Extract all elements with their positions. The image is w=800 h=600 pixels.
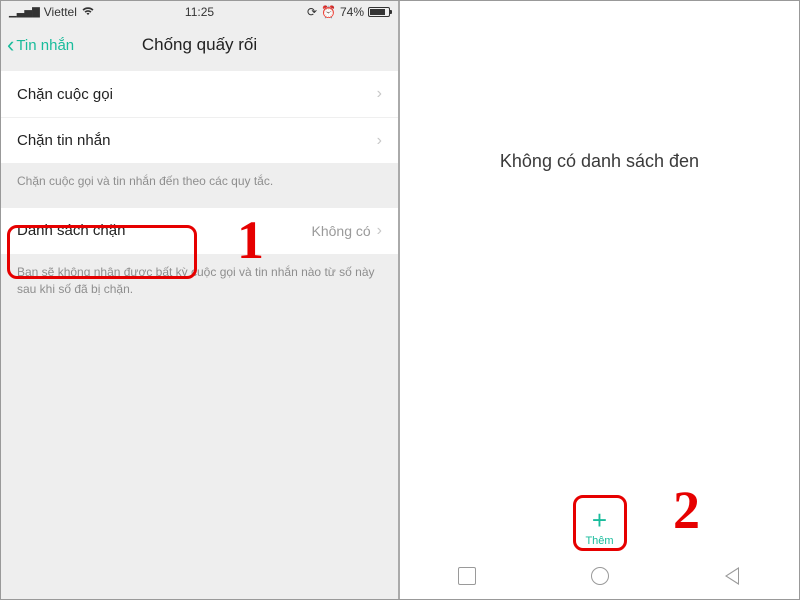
row-blocklist[interactable]: Danh sách chặn Không có › xyxy=(1,208,398,254)
empty-state-label: Không có danh sách đen xyxy=(400,151,799,172)
row-block-sms[interactable]: Chặn tin nhắn › xyxy=(1,117,398,163)
status-bar: ▁▃▅▇ Viettel 11:25 ⟳ ⏰ 74% xyxy=(1,1,398,23)
signal-icon: ▁▃▅▇ xyxy=(9,7,40,18)
recents-button[interactable] xyxy=(458,567,476,585)
add-label: Thêm xyxy=(585,535,613,547)
section-blocking: Chặn cuộc gọi › Chặn tin nhắn › xyxy=(1,71,398,163)
back-label: Tin nhắn xyxy=(16,37,74,54)
chevron-right-icon: › xyxy=(377,222,382,240)
navigation-bar: ‹ Tin nhắn Chống quấy rối xyxy=(1,23,398,67)
row-label: Chặn cuộc gọi xyxy=(17,86,377,103)
section-blocklist: Danh sách chặn Không có › xyxy=(1,208,398,254)
row-block-calls[interactable]: Chặn cuộc gọi › xyxy=(1,71,398,117)
chevron-left-icon: ‹ xyxy=(7,32,14,58)
chevron-right-icon: › xyxy=(377,85,382,103)
row-label: Chặn tin nhắn xyxy=(17,132,377,149)
help-text-1: Chặn cuộc gọi và tin nhắn đến theo các q… xyxy=(1,163,398,204)
chevron-right-icon: › xyxy=(377,132,382,150)
wifi-icon xyxy=(81,6,95,19)
right-screenshot: Không có danh sách đen + Thêm xyxy=(400,1,799,599)
help-text-2: Bạn sẽ không nhận được bất kỳ cuộc gọi v… xyxy=(1,254,398,312)
alarm-icon: ⏰ xyxy=(321,5,336,19)
back-button[interactable]: ‹ Tin nhắn xyxy=(1,32,74,58)
battery-icon xyxy=(368,7,390,17)
plus-icon: + xyxy=(592,507,607,533)
settings-content: Chặn cuộc gọi › Chặn tin nhắn › Chặn cuộ… xyxy=(1,67,398,599)
battery-percent: 74% xyxy=(340,5,364,19)
back-system-button[interactable] xyxy=(725,566,741,586)
rotation-lock-icon: ⟳ xyxy=(307,5,317,19)
home-button[interactable] xyxy=(591,567,609,585)
add-button[interactable]: + Thêm xyxy=(400,507,799,547)
carrier-label: Viettel xyxy=(44,5,77,19)
row-label: Danh sách chặn xyxy=(17,222,312,239)
row-value: Không có xyxy=(312,223,371,239)
system-nav-bar xyxy=(400,553,799,599)
left-screenshot: ▁▃▅▇ Viettel 11:25 ⟳ ⏰ 74% ‹ Tin nhắn Ch… xyxy=(1,1,400,599)
